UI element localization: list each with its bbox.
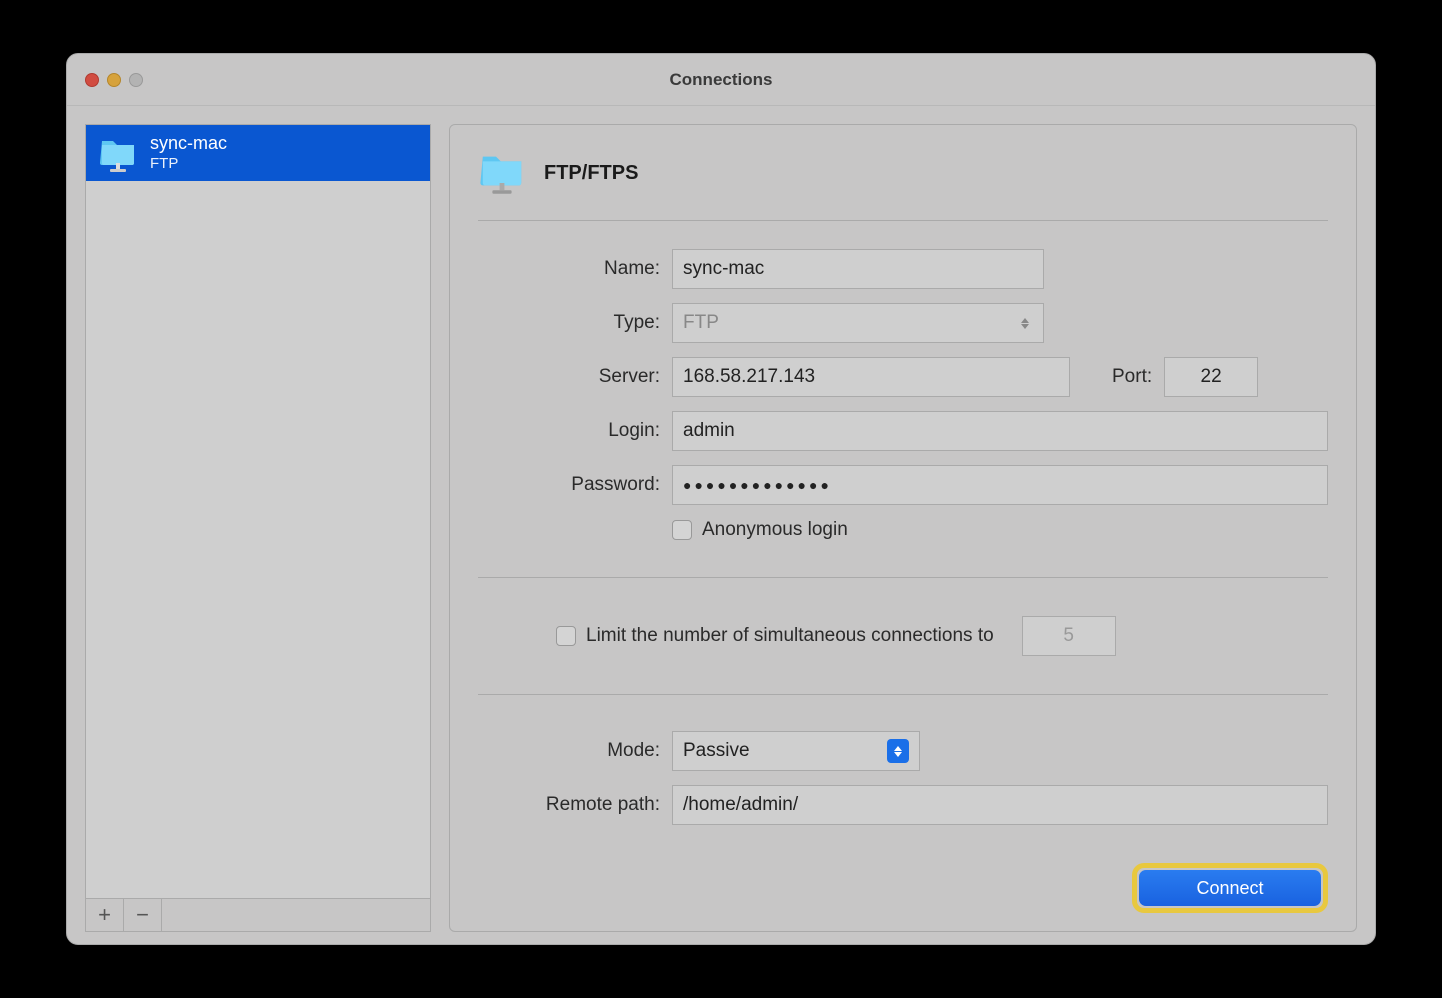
- close-window-button[interactable]: [85, 73, 99, 87]
- mode-select[interactable]: Passive: [672, 731, 920, 771]
- password-value: ●●●●●●●●●●●●●: [683, 477, 832, 493]
- connection-item-name: sync-mac: [150, 133, 227, 155]
- type-value: FTP: [683, 312, 719, 334]
- window-body: sync-mac FTP + −: [67, 106, 1375, 944]
- add-connection-button[interactable]: +: [86, 899, 124, 931]
- maximize-window-button: [129, 73, 143, 87]
- separator: [478, 694, 1328, 695]
- connection-item-text: sync-mac FTP: [150, 133, 227, 173]
- connection-form: Name: sync-mac Type: FTP Server: 168.58.…: [478, 221, 1328, 825]
- server-row: Server: 168.58.217.143 Port: 22: [478, 357, 1328, 397]
- main-panel: FTP/FTPS Name: sync-mac Type: FTP: [449, 124, 1357, 932]
- minimize-window-button[interactable]: [107, 73, 121, 87]
- limit-field[interactable]: 5: [1022, 616, 1116, 656]
- network-folder-icon: [98, 133, 138, 173]
- password-row: Password: ●●●●●●●●●●●●●: [478, 465, 1328, 505]
- sidebar: sync-mac FTP + −: [85, 124, 431, 932]
- port-field[interactable]: 22: [1164, 357, 1258, 397]
- anonymous-label: Anonymous login: [702, 519, 848, 541]
- network-folder-icon: [478, 147, 526, 200]
- password-label: Password:: [478, 474, 660, 496]
- login-label: Login:: [478, 420, 660, 442]
- name-row: Name: sync-mac: [478, 249, 1328, 289]
- window-title: Connections: [67, 70, 1375, 90]
- port-label: Port:: [1112, 366, 1152, 388]
- sidebar-toolbar: + −: [85, 898, 431, 932]
- limit-label: Limit the number of simultaneous connect…: [586, 625, 994, 647]
- server-label: Server:: [478, 366, 660, 388]
- mode-row: Mode: Passive: [478, 731, 1328, 771]
- remote-path-field[interactable]: /home/admin/: [672, 785, 1328, 825]
- separator: [478, 577, 1328, 578]
- mode-label: Mode:: [478, 740, 660, 762]
- password-field[interactable]: ●●●●●●●●●●●●●: [672, 465, 1328, 505]
- type-label: Type:: [478, 312, 660, 334]
- anonymous-checkbox[interactable]: [672, 520, 692, 540]
- titlebar: Connections: [67, 54, 1375, 106]
- remove-connection-button[interactable]: −: [124, 899, 162, 931]
- login-row: Login: admin: [478, 411, 1328, 451]
- toolbar-spacer: [162, 899, 430, 931]
- server-field[interactable]: 168.58.217.143: [672, 357, 1070, 397]
- login-field[interactable]: admin: [672, 411, 1328, 451]
- connect-highlight: Connect: [1132, 863, 1328, 913]
- mode-value: Passive: [683, 740, 750, 762]
- connection-item-protocol: FTP: [150, 155, 227, 173]
- connect-button[interactable]: Connect: [1139, 870, 1321, 906]
- remote-path-label: Remote path:: [478, 794, 660, 816]
- connections-window: Connections sync-mac FTP: [66, 53, 1376, 945]
- traffic-lights: [85, 73, 143, 87]
- anonymous-row: Anonymous login: [672, 519, 1328, 541]
- chevron-updown-icon: [1017, 313, 1033, 333]
- type-select[interactable]: FTP: [672, 303, 1044, 343]
- connection-list[interactable]: sync-mac FTP: [85, 124, 431, 898]
- connection-item-sync-mac[interactable]: sync-mac FTP: [86, 125, 430, 181]
- panel-header: FTP/FTPS: [478, 147, 1328, 220]
- limit-checkbox[interactable]: [556, 626, 576, 646]
- panel-title: FTP/FTPS: [544, 162, 638, 185]
- limit-row: Limit the number of simultaneous connect…: [556, 592, 1328, 680]
- name-field[interactable]: sync-mac: [672, 249, 1044, 289]
- name-label: Name:: [478, 258, 660, 280]
- type-row: Type: FTP: [478, 303, 1328, 343]
- chevron-updown-icon: [887, 739, 909, 763]
- footer: Connect: [478, 849, 1328, 913]
- remote-path-row: Remote path: /home/admin/: [478, 785, 1328, 825]
